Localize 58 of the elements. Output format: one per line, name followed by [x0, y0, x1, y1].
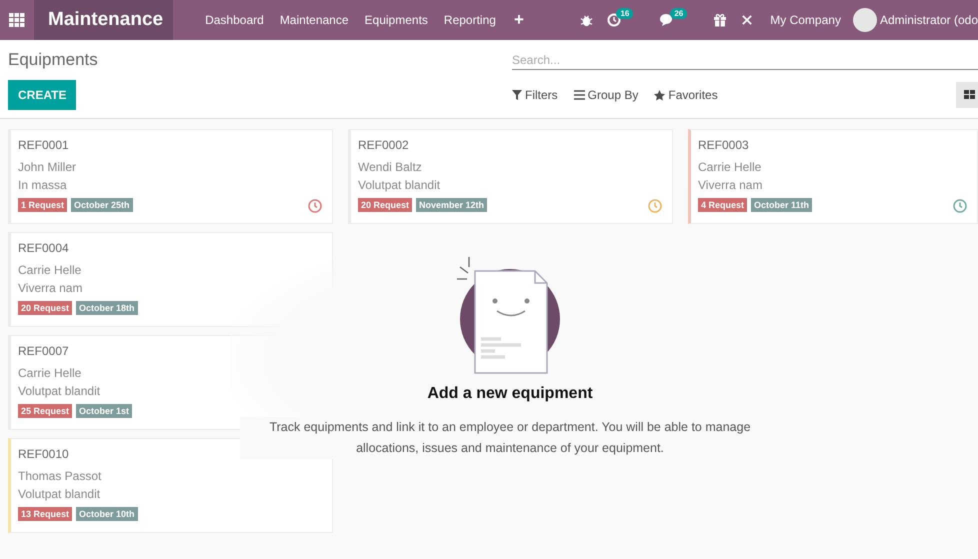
clock-icon	[607, 13, 622, 27]
activity-count-badge: 16	[616, 8, 634, 18]
search-option-button[interactable]: Group By	[574, 88, 638, 102]
user-menu[interactable]: Administrator (odo	[850, 8, 978, 32]
avatar-icon	[852, 8, 877, 32]
request-tag: 20 Request	[18, 301, 72, 315]
employee-name: Carrie Helle	[698, 160, 762, 174]
create-button[interactable]: CREATE	[8, 80, 76, 110]
breadcrumb: Equipments	[8, 50, 99, 70]
request-tag: 13 Request	[18, 507, 72, 521]
employee-name: Carrie Helle	[18, 263, 82, 277]
request-tag: 4 Request	[698, 198, 748, 212]
helper-title: Add a new equipment	[427, 385, 593, 403]
request-tag: 20 Request	[358, 198, 412, 212]
equipment-model: Volutpat blandit	[18, 384, 102, 398]
date-tag: October 25th	[71, 198, 133, 212]
date-tag: October 11th	[751, 198, 812, 212]
clock-icon[interactable]	[953, 199, 967, 213]
kanban-icon	[964, 90, 976, 100]
date-tag: October 18th	[76, 301, 138, 315]
menu-item[interactable]: Equipments	[356, 13, 436, 27]
equipment-model: Viverra nam	[18, 281, 84, 295]
equipment-reference: REF0001	[18, 138, 70, 152]
menu-item[interactable]: Reporting	[436, 13, 504, 27]
request-tag: 1 Request	[18, 198, 68, 212]
equipment-reference: REF0007	[18, 344, 70, 358]
employee-name: John Miller	[18, 160, 78, 174]
equipment-reference: REF0004	[18, 241, 70, 255]
equipment-reference: REF0002	[358, 138, 410, 152]
menu-item[interactable]: Maintenance	[272, 13, 357, 27]
message-count-badge: 26	[670, 8, 688, 18]
employee-name: Carrie Helle	[18, 366, 82, 380]
list-icon	[574, 90, 585, 100]
quick-create-button[interactable]: +	[504, 10, 534, 30]
star-icon	[654, 90, 666, 100]
search-option-button[interactable]: Favorites	[654, 88, 718, 102]
search-option-button[interactable]: Filters	[512, 88, 558, 102]
equipment-model: In massa	[18, 178, 68, 192]
menu-item[interactable]: Dashboard	[197, 13, 272, 27]
messages-button[interactable]: 26	[652, 0, 694, 40]
equipment-model: Volutpat blandit	[358, 178, 442, 192]
employee-name: Thomas Passot	[18, 469, 102, 483]
equipment-model: Viverra nam	[698, 178, 764, 192]
kanban-view-button[interactable]	[956, 82, 978, 108]
filter-icon	[512, 90, 522, 100]
equipment-reference: REF0003	[698, 138, 750, 152]
company-switcher[interactable]: My Company	[760, 13, 851, 27]
equipment-model: Volutpat blandit	[18, 487, 102, 501]
employee-name: Wendi Baltz	[358, 160, 423, 174]
equipment-reference: REF0010	[18, 447, 70, 461]
activity-button[interactable]: 16	[600, 0, 640, 40]
date-tag: October 1st	[76, 404, 132, 418]
date-tag: November 12th	[416, 198, 488, 212]
date-tag: October 10th	[76, 507, 138, 521]
request-tag: 25 Request	[18, 404, 72, 418]
clock-icon[interactable]	[308, 199, 322, 213]
grid-icon	[9, 13, 25, 27]
app-title: Maintenance	[34, 0, 174, 40]
